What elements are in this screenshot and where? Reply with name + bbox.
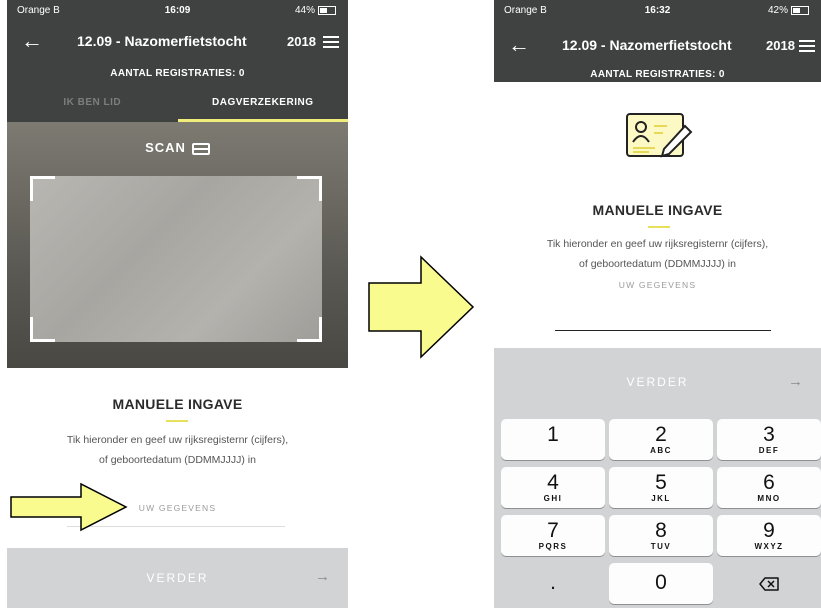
arrow-shape: [368, 255, 475, 359]
verder-button[interactable]: VERDER →: [494, 348, 821, 412]
battery-icon: [318, 5, 336, 15]
key-digit: 7: [547, 519, 559, 542]
tab-bar: IK BEN LID DAGVERZEKERING: [7, 88, 348, 122]
frame-corner: [297, 176, 322, 201]
key-8[interactable]: 8 TUV: [609, 515, 713, 556]
arrow-shape: [10, 482, 128, 532]
arrow-right-icon: →: [315, 568, 330, 585]
app-header: Orange B 16:32 42% ← 12.09 - Nazomerfiet…: [494, 0, 821, 82]
arrow-left-icon[interactable]: ←: [21, 30, 43, 52]
key-digit: .: [550, 571, 556, 594]
registration-count: AANTAL REGISTRATIES: 0: [590, 69, 725, 80]
frame-corner: [297, 317, 322, 342]
hamburger-menu-icon[interactable]: [799, 40, 815, 52]
scan-label: SCAN: [145, 140, 186, 155]
scan-frame: [30, 176, 322, 342]
frame-corner: [30, 176, 55, 201]
battery-percent: 44%: [294, 5, 315, 16]
battery-icon: [791, 5, 809, 15]
page-title: 12.09 - Nazomerfietstocht: [77, 33, 247, 49]
battery-indicator: 42%: [768, 5, 809, 16]
arrow-left-icon[interactable]: ←: [508, 34, 530, 56]
app-header: Orange B 16:09 44% ← 12.09 - Nazomerfiet…: [7, 0, 348, 88]
year-selector[interactable]: 2018: [287, 34, 316, 49]
manual-entry-heading: MANUELE INGAVE: [592, 202, 723, 218]
key-letters: PQRS: [538, 542, 568, 551]
manual-entry-heading: MANUELE INGAVE: [112, 396, 243, 412]
backspace-icon: [759, 577, 779, 591]
status-bar: Orange B 16:32 42%: [494, 0, 821, 22]
key-3[interactable]: 3 DEF: [717, 419, 821, 460]
key-letters: MNO: [757, 494, 781, 503]
page-title: 12.09 - Nazomerfietstocht: [562, 37, 732, 53]
key-6[interactable]: 6 MNO: [717, 467, 821, 508]
key-9[interactable]: 9 WXYZ: [717, 515, 821, 556]
key-digit: 2: [655, 423, 667, 446]
card-icon: [191, 142, 210, 155]
key-2[interactable]: 2 ABC: [609, 419, 713, 460]
tab-dagverzekering[interactable]: DAGVERZEKERING: [177, 88, 348, 122]
key-decimal[interactable]: .: [501, 563, 605, 604]
instruction-line-1: Tik hieronder en geef uw rijksregisternr…: [546, 238, 769, 250]
numeric-keypad: 1 2 ABC 3 DEF 4 GHI 5 JKL 6 MNO 7 PQRS 8 TUV 9W…: [494, 412, 821, 608]
battery-indicator: 44%: [295, 5, 336, 16]
arrow-right-icon: →: [788, 373, 803, 390]
registration-count: AANTAL REGISTRATIES: 0: [110, 68, 245, 79]
camera-viewfinder[interactable]: SCAN: [7, 122, 348, 368]
key-5[interactable]: 5 JKL: [609, 467, 713, 508]
key-1[interactable]: 1: [501, 419, 605, 460]
instruction-line-2: of geboortedatum (DDMMJJJJ) in: [579, 258, 736, 270]
frame-corner: [30, 317, 55, 342]
instruction-line-1: Tik hieronder en geef uw rijksregisternr…: [66, 434, 289, 446]
key-digit: 6: [763, 471, 775, 494]
key-letters: ABC: [650, 446, 672, 455]
key-0[interactable]: 0: [609, 563, 713, 604]
key-digit: 1: [547, 423, 559, 446]
key-digit: 3: [763, 423, 775, 446]
battery-percent: 42%: [767, 5, 788, 16]
verder-label: VERDER: [146, 571, 209, 585]
key-digit: 9: [763, 519, 775, 542]
key-letters: WXYZ: [754, 542, 784, 551]
status-bar: Orange B 16:09 44%: [7, 0, 348, 22]
key-4[interactable]: 4 GHI: [501, 467, 605, 508]
id-card-pencil-icon: [626, 113, 693, 158]
phone-screen-manual: Orange B 16:32 42% ← 12.09 - Nazomerfiet…: [494, 0, 821, 608]
instruction-line-2: of geboortedatum (DDMMJJJJ) in: [99, 454, 256, 466]
highlight-arrow-icon: [10, 482, 128, 532]
key-letters: GHI: [543, 494, 563, 503]
year-selector[interactable]: 2018: [766, 38, 795, 53]
input-underline: [555, 330, 771, 331]
backspace-key[interactable]: [717, 563, 821, 604]
verder-button[interactable]: VERDER →: [7, 548, 348, 608]
heading-accent: [166, 420, 188, 422]
key-letters: JKL: [651, 494, 671, 503]
key-letters: TUV: [650, 542, 672, 551]
key-digit: 5: [655, 471, 667, 494]
transition-arrow-icon: [368, 255, 475, 359]
heading-accent: [648, 226, 670, 228]
key-digit: 0: [655, 571, 667, 594]
verder-label: VERDER: [626, 375, 689, 389]
key-digit: 4: [547, 471, 559, 494]
key-digit: 8: [655, 519, 667, 542]
scan-button[interactable]: SCAN: [7, 140, 348, 155]
key-letters: DEF: [758, 446, 780, 455]
hamburger-menu-icon[interactable]: [323, 36, 339, 48]
tab-ik-ben-lid[interactable]: IK BEN LID: [7, 88, 178, 122]
data-input-field[interactable]: UW GEGEVENS: [494, 280, 821, 290]
key-7[interactable]: 7 PQRS: [501, 515, 605, 556]
